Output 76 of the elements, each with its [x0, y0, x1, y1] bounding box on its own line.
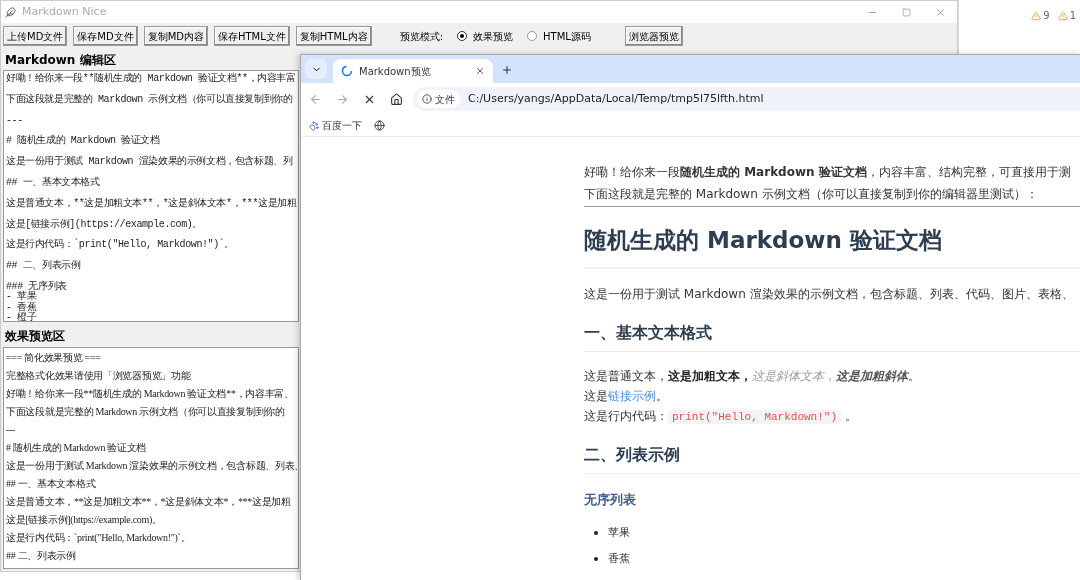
text-line: 这是普通文本，这是加粗文本，这是斜体文本，这是加粗斜体。 [584, 368, 920, 385]
list-item: 香蕉 [608, 551, 630, 567]
close-icon [934, 6, 946, 18]
preview-line: 这是[链接示例](https://example.com)。 [6, 513, 162, 527]
new-tab-icon[interactable] [501, 64, 513, 76]
address-bar[interactable]: 文件 C:/Users/yangs/AppData/Local/Temp/tmp5l75lfth.html [413, 87, 1080, 111]
mode-radio[interactable]: 效果预览 [457, 28, 513, 44]
editor-line: 这是一份用于测试 Markdown 渲染效果的示例文档，包含标题、列 [6, 157, 293, 168]
url-text: C:/Users/yangs/AppData/Local/Temp/tmp5l75lfth.html [468, 90, 764, 107]
editor-line: 好嘞！给你来一段**随机生成的 Markdown 验证文档**，内容丰富 [6, 74, 296, 85]
link[interactable]: 链接示例 [608, 389, 656, 403]
preview-line: 这是普通文本，**这是加粗文本**，*这是斜体文本*，***这是加粗 [6, 495, 291, 509]
preview-line: === 简化效果预览 === [6, 351, 101, 365]
text-line: 这是行内代码： print("Hello, Markdown!") 。 [584, 408, 857, 426]
preview-line: --- [6, 423, 16, 437]
site-info-chip[interactable]: 文件 [417, 90, 460, 108]
preview-line: 下面这段就是完整的 Markdown 示例文档（你可以直接复制到你的 [6, 405, 285, 419]
home-icon[interactable] [390, 92, 403, 106]
editor-line: - 香蕉 [6, 302, 37, 313]
preview-line: 这是一份用于测试 Markdown 渲染效果的示例文档，包含标题、列表、 [6, 459, 298, 473]
editor-line: 这是行内代码：`print("Hello, Markdown!")`。 [6, 240, 235, 251]
page-title: 随机生成的 Markdown 验证文档 [584, 226, 942, 255]
editor-line: - 苹果 [6, 292, 37, 303]
toolbar-button[interactable]: 保存HTML文件 [214, 26, 290, 46]
list-item: 苹果 [608, 525, 630, 541]
browser-tab[interactable]: Markdown预览 [333, 59, 493, 83]
window-title: Markdown Nice [22, 3, 107, 20]
paragraph: 好嘞！给你来一段随机生成的 Markdown 验证文档，内容丰富、结构完整，可直接用于测 [584, 164, 1071, 181]
toolbar-button[interactable]: 复制MD内容 [143, 26, 208, 46]
tab-close-icon[interactable] [475, 66, 485, 76]
subheading: 无序列表 [584, 491, 636, 509]
bullet-icon [594, 531, 598, 535]
maximize-icon [901, 7, 911, 17]
editor-line: ### 无序列表 [6, 281, 67, 292]
mode-radio[interactable]: HTML源码 [527, 28, 591, 44]
section-heading: 一、基本文本格式 [584, 322, 712, 344]
editor-line: ## 一、基本文本格式 [6, 178, 100, 189]
editor-line: 这是[链接示例](https://example.com)。 [6, 219, 203, 231]
section-heading: Markdown 编辑区 [4, 52, 117, 69]
warning-icon [1031, 10, 1042, 21]
editor-line: 这是普通文本，**这是加粗文本**，*这是斜体文本*，***这是加粗 [6, 198, 297, 210]
warning-count-text: 1 [1069, 9, 1076, 23]
editor-line: --- [6, 115, 23, 127]
warning-icon [1057, 10, 1068, 21]
feather-icon [5, 6, 16, 18]
editor-line: - 橙子 [6, 313, 37, 321]
toolbar-button[interactable]: 上传MD文件 [3, 26, 68, 46]
inline-code: print("Hello, Markdown!") [668, 410, 842, 424]
editor-line: 下面这段就是完整的 Markdown 示例文档（你可以直接复制到你的 [6, 94, 293, 106]
mode-label: 预览模式: [399, 29, 443, 44]
info-icon [422, 94, 432, 104]
preview-line: ## 一、基本文本格式 [6, 477, 96, 491]
section-heading: 二、列表示例 [584, 444, 680, 466]
paw-icon [309, 120, 319, 131]
editor-line: ## 二、列表示例 [6, 261, 81, 272]
editor-text-area[interactable] [3, 70, 299, 322]
paragraph: 下面这段就是完整的 Markdown 示例文档（你可以直接复制到你的编辑器里测试）： [584, 186, 1038, 203]
toolbar-button[interactable]: 复制HTML内容 [295, 26, 372, 46]
loading-icon [341, 65, 353, 77]
editor-line: # 随机生成的 Markdown 验证文档 [6, 136, 160, 147]
bookmark[interactable]: 百度一下 [309, 118, 362, 133]
browser-preview-button[interactable]: 浏览器预览 [624, 26, 683, 46]
toolbar-button[interactable]: 保存MD文件 [73, 26, 138, 46]
warning-count[interactable]: 1 [1057, 8, 1076, 23]
preview-line: 这是行内代码：`print("Hello, Markdown!")`。 [6, 531, 191, 545]
preview-line: 完整格式化效果请使用「浏览器预览」功能 [6, 369, 191, 383]
section-heading: 效果预览区 [4, 328, 66, 345]
warning-count-text: 9 [1043, 9, 1050, 23]
paragraph: 这是一份用于测试 Markdown 渲染效果的示例文档，包含标题、列表、代码、图片、表格、 [584, 286, 1074, 303]
warning-count[interactable]: 9 [1031, 8, 1050, 23]
bullet-icon [594, 557, 598, 561]
text-line: 这是链接示例。 [584, 388, 668, 405]
preview-line: 好嘞！给你来一段**随机生成的 Markdown 验证文档**，内容丰富、 [6, 387, 294, 401]
preview-line: # 随机生成的 Markdown 验证文档 [6, 441, 147, 455]
preview-line: ## 二、列表示例 [6, 549, 76, 563]
globe-icon[interactable] [374, 120, 385, 131]
